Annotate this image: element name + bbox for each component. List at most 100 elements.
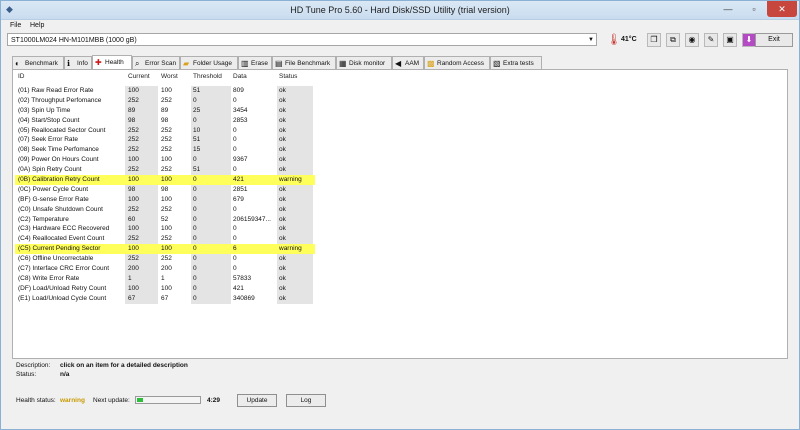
table-row[interactable]: (0C) Power Cycle Count 98 98 0 2851 ok	[15, 184, 315, 195]
table-row[interactable]: (01) Raw Read Error Rate 100 100 51 809 ok	[15, 86, 315, 96]
log-button[interactable]: Log	[286, 394, 326, 407]
table-row[interactable]: (08) Seek Time Perfomance 252 252 15 0 ok	[15, 145, 315, 156]
minimize-button[interactable]: —	[715, 1, 741, 17]
cell-data: 421	[233, 176, 244, 184]
table-row[interactable]: (07) Seek Error Rate 252 252 51 0 ok	[15, 135, 315, 146]
drive-select-value: ST1000LM024 HN-M101MBB (1000 gB)	[11, 37, 137, 44]
tab-disk-monitor[interactable]: ▦ Disk monitor	[336, 56, 392, 69]
screenshot-icon[interactable]: ◉	[685, 33, 699, 47]
table-row[interactable]: (C5) Current Pending Sector 100 100 0 6 warni…	[15, 244, 315, 255]
cell-threshold: 0	[193, 185, 197, 193]
close-button[interactable]: ✕	[767, 1, 797, 17]
cell-id: (C3) Hardware ECC Recovered	[18, 225, 110, 233]
table-row[interactable]: (09) Power On Hours Count 100 100 0 9367 ok	[15, 155, 315, 166]
cell-status: ok	[279, 146, 286, 154]
table-row[interactable]: (0B) Calibration Retry Count 100 100 0 421 wa…	[15, 175, 315, 185]
cell-status: warning	[279, 176, 302, 184]
update-button[interactable]: Update	[237, 394, 277, 407]
tab-file-benchmark[interactable]: ▤ File Benchmark	[272, 56, 336, 69]
table-row[interactable]: (C3) Hardware ECC Recovered 100 100 0 0 ok	[15, 224, 315, 235]
menu-help[interactable]: Help	[30, 22, 44, 29]
cell-status: ok	[279, 195, 286, 203]
copy-all-icon[interactable]: ⧉	[666, 33, 680, 47]
cell-data: 0	[233, 136, 237, 144]
column-shade	[191, 234, 231, 245]
description-label: Description:	[16, 362, 51, 369]
column-header-data[interactable]: Data	[233, 73, 247, 82]
tab-benchmark[interactable]: ◐ Benchmark	[12, 56, 64, 69]
tab-error-scan[interactable]: ⌕ Error Scan	[132, 56, 180, 69]
tab-random-access[interactable]: ▩ Random Access	[424, 56, 490, 69]
table-row[interactable]: (C6) Offline Uncorrectable 252 252 0 0 ok	[15, 254, 315, 265]
table-row[interactable]: (C8) Write Error Rate 1 1 0 57833 ok	[15, 273, 315, 284]
column-shade	[191, 184, 231, 195]
cell-worst: 252	[161, 136, 172, 144]
cell-threshold: 51	[193, 87, 201, 94]
smart-rows: (01) Raw Read Error Rate 100 100 51 809 ok (02…	[15, 86, 315, 304]
column-shade	[191, 283, 231, 294]
tab-erase[interactable]: ▥ Erase	[238, 56, 272, 69]
cell-status: ok	[279, 136, 286, 144]
copy-icon[interactable]: ❐	[647, 33, 661, 47]
cell-threshold: 0	[193, 294, 197, 302]
table-row[interactable]: (C0) Unsafe Shutdown Count 252 252 0 0 ok	[15, 204, 315, 215]
maximize-button[interactable]: ▫	[741, 1, 767, 17]
options-icon[interactable]: ✎	[704, 33, 718, 47]
cell-data: 0	[233, 166, 237, 174]
save-icon[interactable]: ▣	[723, 33, 737, 47]
menu-file[interactable]: File	[10, 22, 21, 29]
update-progress-fill	[137, 398, 143, 402]
cell-data: 679	[233, 195, 244, 203]
cell-current: 100	[128, 176, 139, 184]
window-title: HD Tune Pro 5.60 - Hard Disk/SSD Utility…	[290, 5, 510, 15]
table-row[interactable]: (04) Start/Stop Count 98 98 0 2853 ok	[15, 115, 315, 126]
cell-worst: 252	[161, 255, 172, 263]
column-header-status[interactable]: Status	[279, 73, 297, 82]
cell-current: 100	[128, 195, 139, 203]
table-row[interactable]: (C4) Reallocated Event Count 252 252 0 0 ok	[15, 234, 315, 245]
tab-extra-tests[interactable]: ▧ Extra tests	[490, 56, 542, 69]
tab-aam[interactable]: ◀ AAM	[392, 56, 424, 69]
cell-threshold: 0	[193, 265, 197, 273]
column-header-worst[interactable]: Worst	[161, 73, 178, 82]
smart-table: ID Current Worst Threshold Data Status (…	[12, 69, 788, 359]
cell-worst: 98	[161, 185, 169, 193]
column-header-id[interactable]: ID	[18, 73, 25, 82]
table-row[interactable]: (C7) Interface CRC Error Count 200 200 0 0 ok	[15, 264, 315, 274]
cell-id: (0A) Spin Retry Count	[18, 166, 82, 174]
cell-data: 809	[233, 87, 244, 94]
table-row[interactable]: (05) Reallocated Sector Count 252 252 10 0 ok	[15, 125, 315, 136]
table-row[interactable]: (02) Throughput Perfomance 252 252 0 0 ok	[15, 95, 315, 106]
tab-folder-usage[interactable]: ▰ Folder Usage	[180, 56, 238, 69]
cell-worst: 100	[161, 284, 172, 292]
cell-status: ok	[279, 255, 286, 263]
table-row[interactable]: (E1) Load/Unload Cycle Count 67 67 0 340869 o…	[15, 293, 315, 304]
cell-status: ok	[279, 274, 286, 282]
column-header-current[interactable]: Current	[128, 73, 150, 82]
cell-current: 252	[128, 166, 139, 174]
description-value: click on an item for a detailed descript…	[60, 362, 188, 369]
cell-worst: 252	[161, 126, 172, 134]
table-row[interactable]: (BF) G-sense Error Rate 100 100 0 679 ok	[15, 194, 315, 205]
table-row[interactable]: (0A) Spin Retry Count 252 252 51 0 ok	[15, 165, 315, 176]
cell-threshold: 0	[193, 245, 197, 253]
cell-threshold: 0	[193, 274, 197, 282]
cell-data: 0	[233, 126, 237, 134]
cell-data: 2851	[233, 185, 248, 193]
column-shade	[191, 254, 231, 265]
table-row[interactable]: (DF) Load/Unload Retry Count 100 100 0 421 ok	[15, 283, 315, 294]
drive-select[interactable]: ST1000LM024 HN-M101MBB (1000 gB) ▼	[7, 33, 597, 46]
tab-info[interactable]: ℹ Info	[64, 56, 92, 69]
column-shade	[191, 115, 231, 126]
table-row[interactable]: (03) Spin Up Time 89 89 25 3454 ok	[15, 105, 315, 116]
download-icon[interactable]: ⬇	[742, 33, 756, 47]
tab-health[interactable]: ✚ Health	[92, 55, 132, 70]
cell-id: (C8) Write Error Rate	[18, 274, 80, 282]
column-header-threshold[interactable]: Threshold	[193, 73, 222, 82]
cell-data: 0	[233, 265, 237, 273]
cell-status: ok	[279, 235, 286, 243]
table-row[interactable]: (C2) Temperature 60 52 0 206159347... ok	[15, 214, 315, 225]
cell-current: 1	[128, 274, 132, 282]
cell-data: 0	[233, 205, 237, 213]
exit-button[interactable]: Exit	[755, 33, 793, 47]
